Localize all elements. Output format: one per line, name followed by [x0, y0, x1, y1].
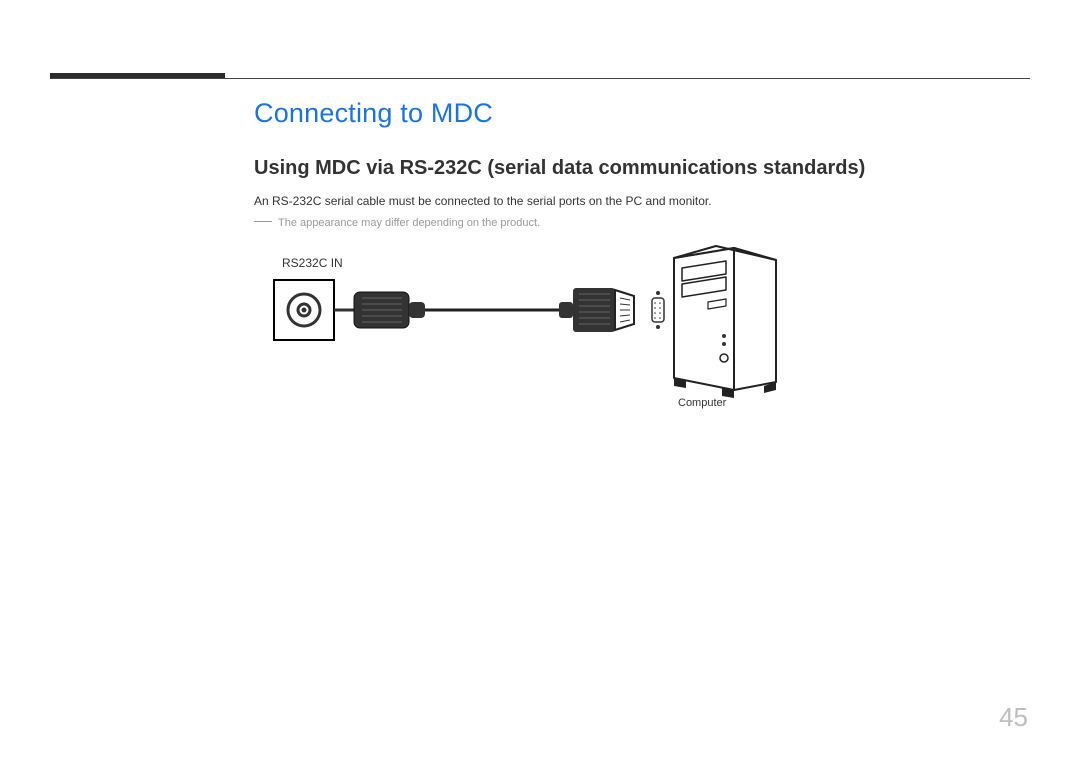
pc-serial-port-icon	[652, 291, 664, 329]
db9-connector-icon	[559, 288, 634, 332]
rs232c-port-icon	[274, 280, 334, 340]
port-label: RS232C IN	[282, 256, 343, 270]
page-number: 45	[999, 702, 1028, 733]
note-dash-icon	[254, 221, 272, 222]
connection-diagram: RS232C IN	[254, 240, 814, 420]
section-title: Connecting to MDC	[254, 98, 493, 129]
note-content: The appearance may differ depending on t…	[278, 217, 540, 229]
computer-tower-icon	[674, 246, 776, 398]
header-divider	[50, 78, 1030, 79]
note-text: The appearance may differ depending on t…	[254, 217, 540, 229]
document-page: Connecting to MDC Using MDC via RS-232C …	[0, 0, 1080, 763]
jack-plug-icon	[334, 292, 425, 328]
computer-label: Computer	[678, 397, 726, 409]
body-paragraph: An RS-232C serial cable must be connecte…	[254, 194, 712, 208]
subsection-title: Using MDC via RS-232C (serial data commu…	[254, 157, 865, 180]
